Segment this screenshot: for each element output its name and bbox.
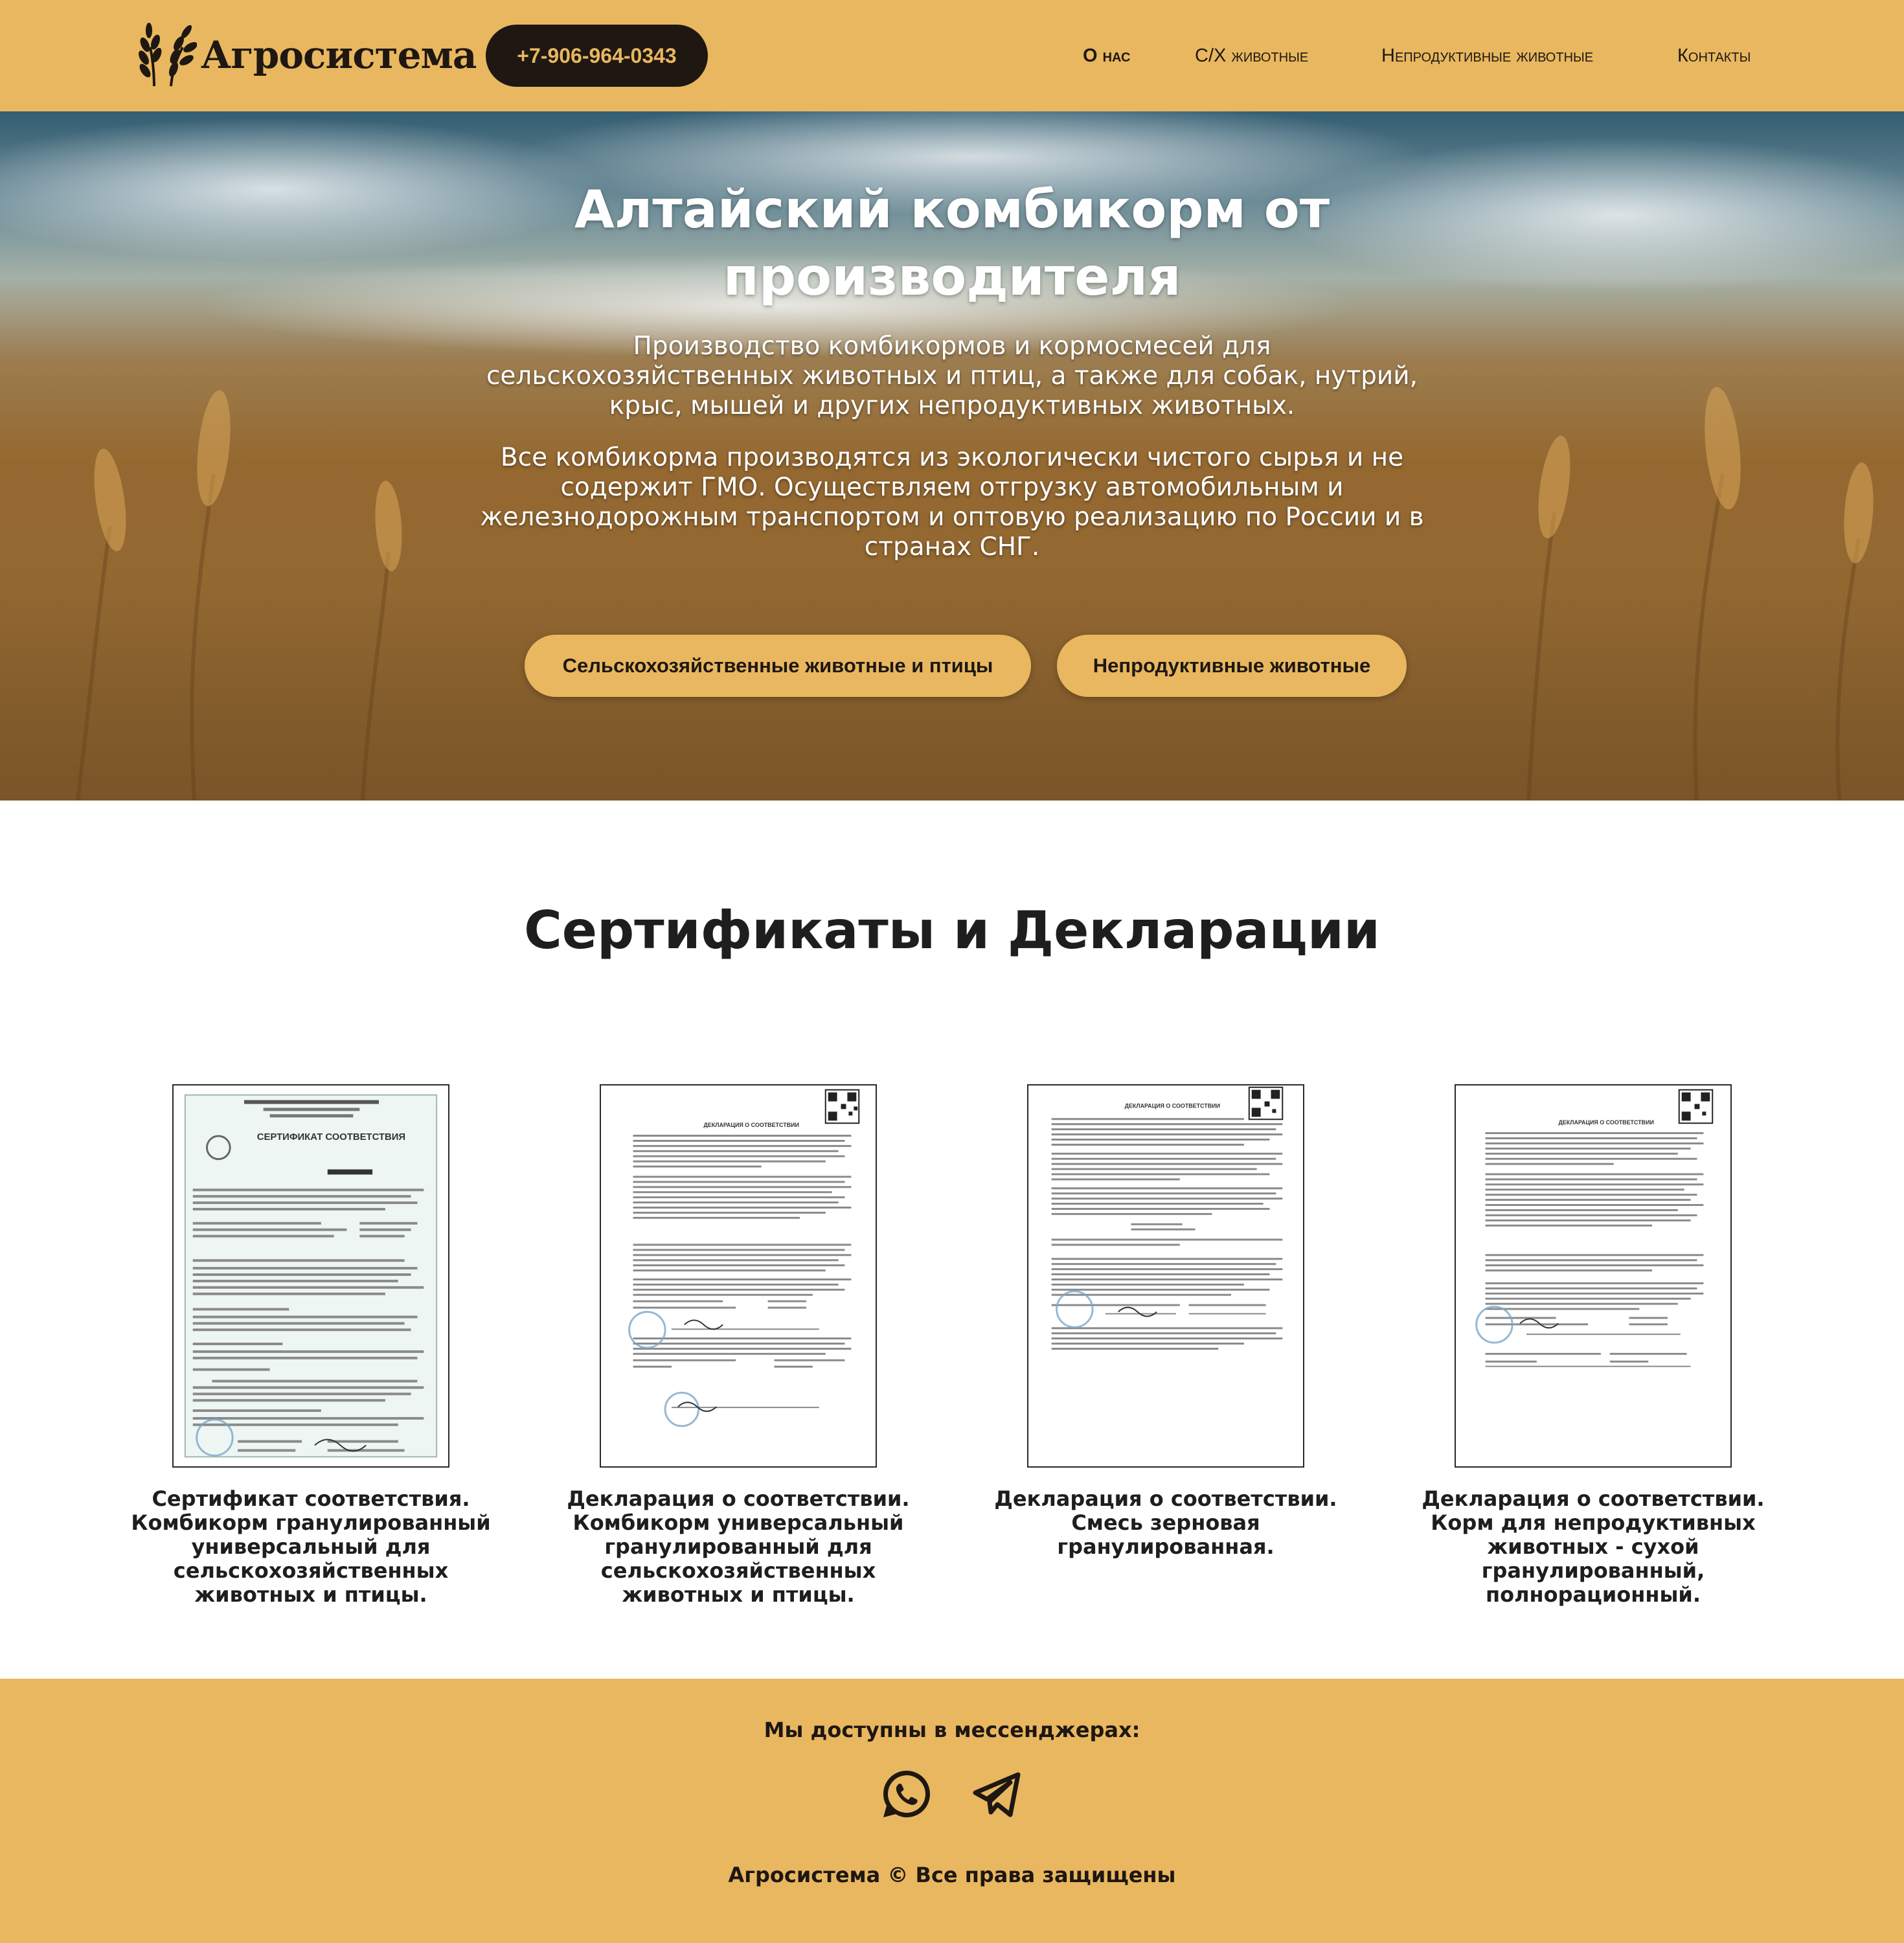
certificate-document-icon: СЕРТИФИКАТ СООТВЕТСТВИЯ (184, 1094, 438, 1458)
certificate-image-4[interactable]: ДЕКЛАРАЦИЯ О СООТВЕТСТВИИ (1455, 1084, 1732, 1468)
certificate-image-3[interactable]: ДЕКЛАРАЦИЯ О СООТВЕТСТВИИ (1027, 1084, 1304, 1468)
nav-pets[interactable]: Непродуктивные животные (1381, 41, 1593, 70)
certificate-image-2[interactable]: ДЕКЛАРАЦИЯ О СООТВЕТСТВИИ (600, 1084, 877, 1468)
nav-farm-animals[interactable]: С/Х животные (1195, 41, 1308, 70)
declaration-document-icon: ДЕКЛАРАЦИЯ О СООТВЕТСТВИИ (1475, 1089, 1714, 1367)
pets-button[interactable]: Непродуктивные животные (1057, 635, 1407, 697)
certificate-caption-3: Декларация о соответствии. Смесь зернова… (994, 1486, 1337, 1559)
hero-description: Производство комбикормов и кормосмесей д… (486, 332, 1418, 420)
doc-heading: ДЕКЛАРАЦИЯ О СООТВЕТСТВИИ (704, 1122, 799, 1128)
logo[interactable]: Агросистема (135, 19, 477, 91)
farm-animals-button[interactable]: Сельскохозяйственные животные и птицы (525, 635, 1031, 697)
brand-name: Агросистема (201, 33, 477, 77)
whatsapp-icon[interactable] (881, 1768, 933, 1820)
messengers-title: Мы доступны в мессенджерах: (764, 1718, 1140, 1742)
hero-title: Алтайский комбикорм от производителя (574, 179, 1330, 307)
hero-description-2: Все комбикорма производятся из экологиче… (480, 443, 1424, 562)
site-header: Агросистема +7-906-964-0343 О нас С/Х жи… (0, 0, 1904, 111)
certificate-caption-2: Декларация о соответствии. Комбикорм уни… (567, 1486, 910, 1607)
declaration-document-icon: ДЕКЛАРАЦИЯ О СООТВЕТСТВИИ (1051, 1086, 1284, 1350)
certificate-caption-1: Сертификат соответствия. Комбикорм грану… (131, 1486, 491, 1607)
doc-heading: ДЕКЛАРАЦИЯ О СООТВЕТСТВИИ (1125, 1102, 1220, 1109)
phone-button[interactable]: +7-906-964-0343 (486, 25, 708, 87)
nav-about[interactable]: О нас (1083, 41, 1130, 70)
copyright: Агросистема © Все права защищены (728, 1863, 1176, 1887)
wheat-logo-icon (139, 23, 197, 87)
doc-heading: ДЕКЛАРАЦИЯ О СООТВЕТСТВИИ (1559, 1119, 1654, 1126)
site-footer: Мы доступны в мессенджерах: Агросистема … (0, 1679, 1904, 1943)
declaration-document-icon: ДЕКЛАРАЦИЯ О СООТВЕТСТВИИ (628, 1089, 860, 1427)
certificate-image-1[interactable]: СЕРТИФИКАТ СООТВЕТСТВИЯ (172, 1084, 449, 1468)
doc-heading: СЕРТИФИКАТ СООТВЕТСТВИЯ (257, 1132, 405, 1142)
hero-section: Алтайский комбикорм от производителя Про… (0, 111, 1904, 801)
certificate-caption-4: Декларация о соответствии. Корм для непр… (1422, 1486, 1765, 1607)
certificates-title: Сертификаты и Декларации (524, 900, 1380, 960)
telegram-icon[interactable] (971, 1768, 1023, 1820)
nav-contacts[interactable]: Контакты (1677, 41, 1751, 70)
